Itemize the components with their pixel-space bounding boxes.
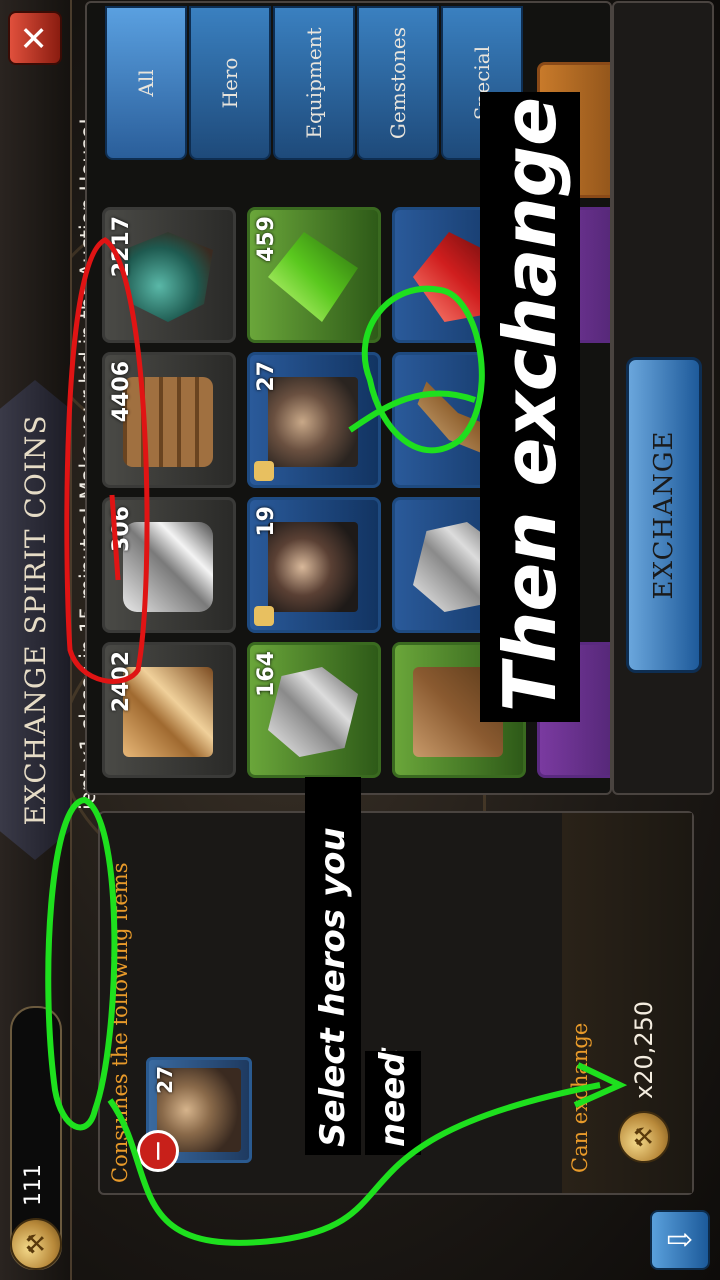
spirit-coin-counter: ⚒ 111 <box>10 1006 62 1270</box>
item-tile[interactable]: 2217 <box>102 207 236 343</box>
consumes-label: Consumes the following items <box>108 862 132 1184</box>
exchange-button[interactable]: EXCHANGE <box>626 357 702 673</box>
item-quantity: 19 <box>254 506 279 537</box>
top-bar: ⚒ 111 EXCHANGE SPIRIT COINS ✕ <box>0 0 72 1280</box>
tab-equipment[interactable]: Equipment <box>273 6 355 160</box>
spirit-coin-icon: ⚒ <box>618 1111 670 1163</box>
remove-icon[interactable]: − <box>137 1130 179 1172</box>
item-quantity: 306 <box>109 506 134 552</box>
game-screen: ⚒ 111 EXCHANGE SPIRIT COINS ✕ ient x1 cl… <box>0 0 720 1280</box>
tab-gemstones[interactable]: Gemstones <box>357 6 439 160</box>
annotation-select-heroes-line2: need <box>365 1051 421 1155</box>
exchange-label: EXCHANGE <box>649 430 679 600</box>
item-tile[interactable]: 459 <box>247 207 381 343</box>
collapse-button[interactable]: ⇩ <box>650 1210 710 1270</box>
hero-portrait <box>268 377 358 467</box>
consumed-hero-slot[interactable]: 27 − <box>137 1057 252 1172</box>
item-quantity: 164 <box>254 651 279 697</box>
reward-value: x20,250 <box>630 1000 658 1099</box>
logs-icon <box>123 377 213 467</box>
parchment-icon <box>123 667 213 757</box>
item-quantity: 2217 <box>109 216 134 278</box>
can-exchange-label: Can exchange <box>568 1022 592 1173</box>
can-exchange-section: Can exchange ⚒ x20,250 <box>562 813 692 1193</box>
coin-count: 111 <box>21 1164 46 1206</box>
hero-portrait <box>268 522 358 612</box>
annotation-then-exchange: Then exchange <box>480 92 580 722</box>
page-title: EXCHANGE SPIRIT COINS <box>18 414 52 826</box>
puzzle-piece-icon <box>254 461 274 481</box>
item-quantity: 2402 <box>109 651 134 713</box>
item-quantity: 27 <box>153 1066 177 1094</box>
item-quantity: 4406 <box>109 361 134 423</box>
spirit-coin-icon: ⚒ <box>10 1218 62 1270</box>
category-tabs: All Hero Equipment Gemstones Special <box>105 0 525 160</box>
hero-tile[interactable]: 19 <box>247 497 381 633</box>
close-icon: ✕ <box>15 23 55 53</box>
puzzle-piece-icon <box>254 606 274 626</box>
exchange-bar: EXCHANGE <box>612 1 714 795</box>
green-crystal-icon <box>268 232 358 322</box>
close-button[interactable]: ✕ <box>8 11 62 65</box>
title-banner: EXCHANGE SPIRIT COINS <box>0 380 70 860</box>
item-tile[interactable]: 164 <box>247 642 381 778</box>
cloth-icon <box>123 522 213 612</box>
item-quantity: 459 <box>254 216 279 262</box>
tab-all[interactable]: All <box>105 6 187 160</box>
item-tile[interactable]: 4406 <box>102 352 236 488</box>
annotation-select-heroes-line1: Select heros you don't <box>305 777 409 1155</box>
reward-amount: ⚒ x20,250 <box>618 1001 670 1163</box>
down-arrow-icon: ⇩ <box>661 1226 699 1254</box>
tab-hero[interactable]: Hero <box>189 6 271 160</box>
silver-ore-icon <box>268 667 358 757</box>
item-tile[interactable]: 306 <box>102 497 236 633</box>
item-tile[interactable]: 2402 <box>102 642 236 778</box>
hero-tile[interactable]: 27 <box>247 352 381 488</box>
ore-icon <box>123 232 213 322</box>
item-quantity: 27 <box>254 361 279 392</box>
